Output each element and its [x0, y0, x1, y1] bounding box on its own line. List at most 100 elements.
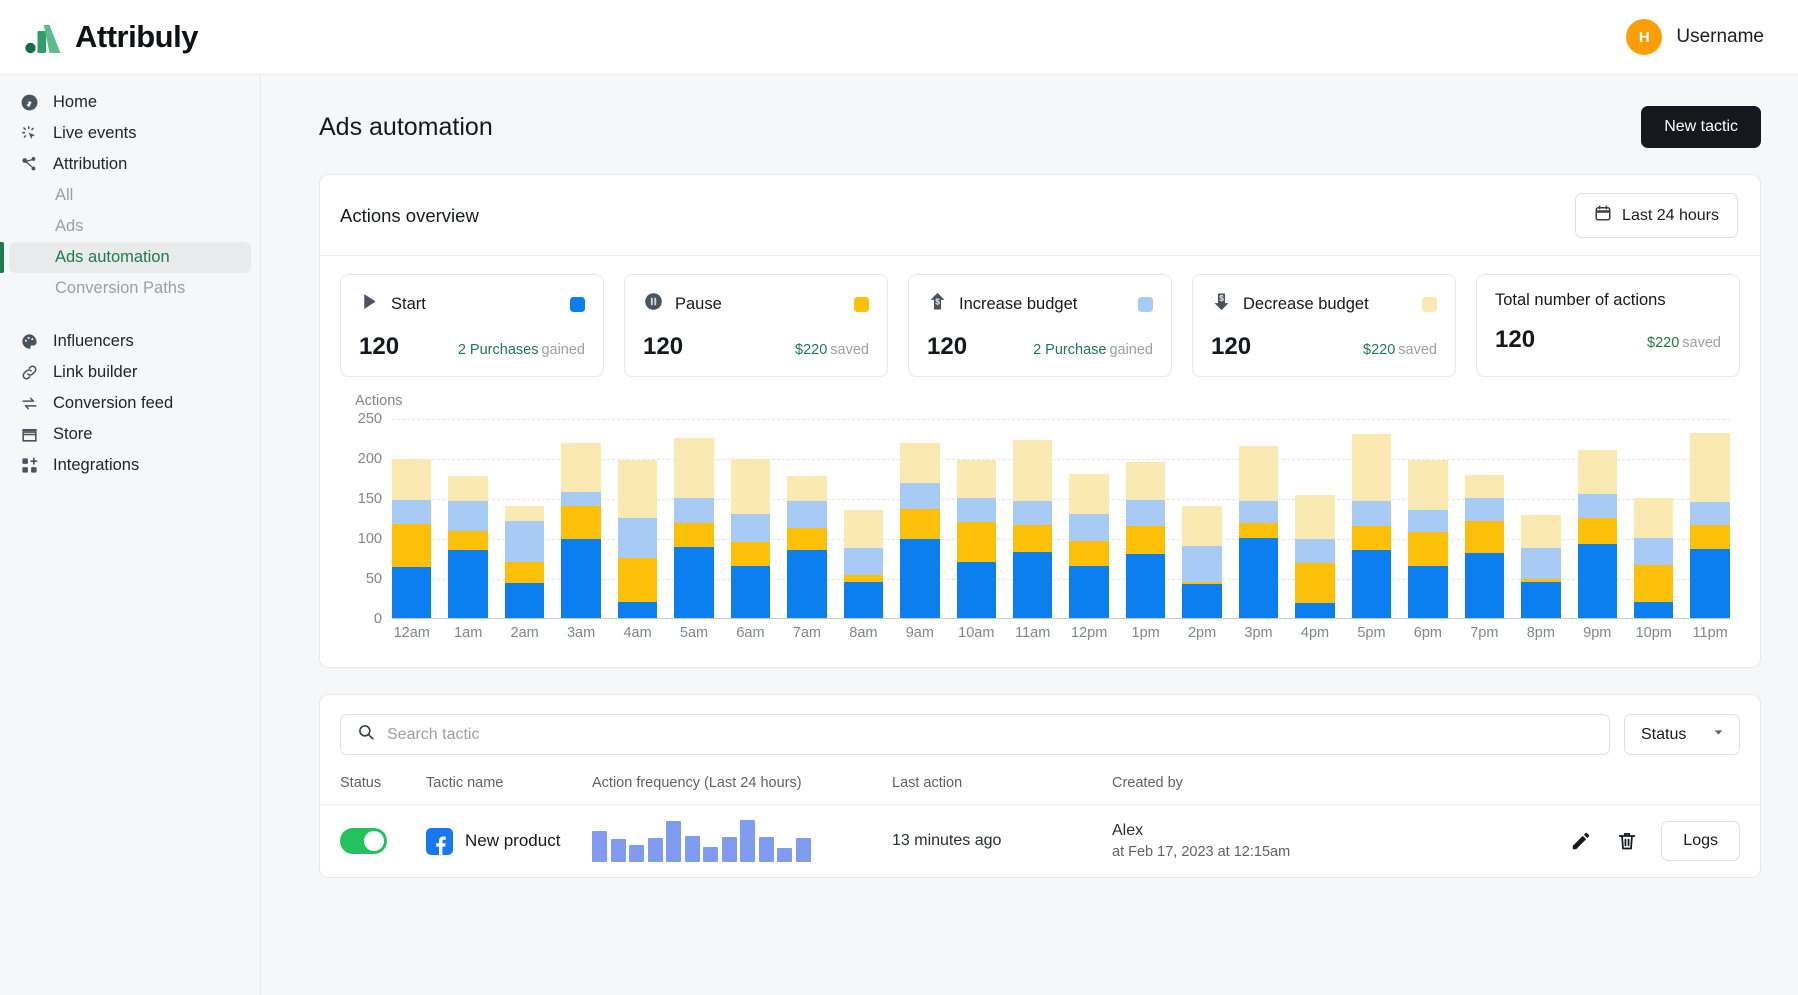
chart-x-tick: 6pm: [1413, 625, 1442, 641]
top-bar: Attribuly H Username: [0, 0, 1798, 75]
sidebar-subitem-ads[interactable]: Ads: [9, 211, 251, 242]
chart-bar-segment: [843, 547, 884, 576]
chart-bar-segment: [1690, 502, 1730, 525]
attribuly-logo-icon: [25, 25, 61, 54]
chart-bar-segment: [504, 506, 545, 521]
chart-x-tick: 7pm: [1470, 625, 1499, 641]
sidebar-item-store[interactable]: Store: [9, 419, 251, 450]
chart-bar: [561, 419, 601, 618]
chart-x-tick: 1am: [454, 625, 483, 641]
chart-x-tick: 9pm: [1583, 625, 1612, 641]
chart-bar-segment: [1521, 581, 1561, 618]
chart-x-tick-labels: 12am 1am 2am 3am 4am 5am 6am 7am 8am 9am 10am 11am 1…: [392, 625, 1730, 641]
sidebar-item-live-events[interactable]: Live events: [9, 118, 251, 149]
status-filter-label: Status: [1641, 725, 1687, 743]
chart-bar-segment: [900, 539, 940, 618]
created-by-name: Alex: [1112, 822, 1144, 839]
stat-card-decrease-budget[interactable]: $ Decrease budget 120 $220 saved: [1192, 274, 1456, 377]
chart-bar-segment: [1295, 563, 1335, 604]
sparkline-bar: [629, 845, 644, 862]
sidebar-item-conversion-feed[interactable]: Conversion feed: [9, 388, 251, 419]
stat-card-note-sub: gained: [541, 342, 585, 358]
stat-card-increase-budget[interactable]: $ Increase budget 120 2 Purchase gained: [908, 274, 1172, 377]
sidebar-item-label: Conversion feed: [53, 394, 174, 412]
chart-bar-segment: [504, 583, 545, 618]
new-tactic-button[interactable]: New tactic: [1641, 106, 1761, 148]
sidebar-item-home[interactable]: Home: [9, 87, 251, 118]
actions-chart: Actions 0 50 100 150 200 250 12am 1am 2am 3am 4am…: [320, 383, 1760, 667]
sidebar-item-integrations[interactable]: Integrations: [9, 450, 251, 481]
stat-card-value: 120: [927, 333, 968, 360]
chart-bar-segment: [1295, 603, 1335, 618]
main-content: Ads automation New tactic Actions overvi…: [261, 75, 1798, 995]
table-row[interactable]: New product 13 minutes ago Alex at Feb 1…: [320, 804, 1760, 877]
sidebar-subitem-all[interactable]: All: [9, 180, 251, 211]
app-logo[interactable]: Attribuly: [25, 19, 198, 55]
chart-bar: [1521, 419, 1561, 618]
chart-bar-segment: [1069, 565, 1109, 618]
facebook-icon: [426, 827, 453, 855]
chart-bar-segment: [1069, 473, 1109, 515]
column-header-tactic-name: Tactic name: [426, 775, 504, 791]
date-range-button[interactable]: Last 24 hours: [1575, 193, 1738, 238]
tactics-panel: Status Status Tactic name Action frequen…: [319, 694, 1761, 878]
chart-bar: [504, 419, 545, 618]
pause-circle-icon: [643, 291, 664, 317]
chart-y-tick: 250: [357, 411, 382, 427]
chart-bar-segment: [448, 500, 488, 532]
page-header: Ads automation New tactic: [261, 75, 1798, 148]
chart-x-tick: 12pm: [1071, 625, 1108, 641]
stat-card-total-actions[interactable]: Total number of actions 120 $220 saved: [1476, 274, 1740, 377]
user-menu[interactable]: H Username: [1626, 19, 1764, 55]
stat-card-start[interactable]: Start 120 2 Purchases gained: [340, 274, 604, 377]
sidebar: Home Live events Attribution All Ads Ads…: [0, 75, 261, 995]
logs-button[interactable]: Logs: [1661, 821, 1740, 861]
chart-bar: [1408, 419, 1448, 618]
delete-trash-icon[interactable]: [1615, 829, 1639, 853]
chart-bar-segment: [617, 601, 658, 618]
chart-bars: [392, 419, 1730, 618]
status-filter-select[interactable]: Status: [1624, 714, 1740, 755]
chart-bar: [1125, 419, 1166, 618]
tactic-enabled-toggle[interactable]: [340, 828, 387, 854]
chart-bar-segment: [1351, 433, 1392, 501]
sidebar-subitem-conversion-paths[interactable]: Conversion Paths: [9, 273, 251, 304]
chart-x-tick: 3am: [566, 625, 596, 641]
stat-card-value: 120: [643, 333, 684, 360]
swap-arrows-icon: [20, 394, 39, 413]
panel-title: Actions overview: [340, 204, 479, 226]
chart-y-tick: 150: [357, 491, 382, 507]
chart-x-tick: 4am: [623, 625, 652, 641]
username-label: Username: [1676, 26, 1764, 47]
chart-bar-segment: [1690, 548, 1730, 618]
sidebar-item-link-builder[interactable]: Link builder: [9, 357, 251, 388]
chart-bar-segment: [1182, 583, 1222, 618]
sidebar-item-attribution[interactable]: Attribution: [9, 149, 251, 180]
chart-bar-segment: [674, 497, 714, 524]
chart-bar-segment: [787, 550, 827, 618]
edit-pencil-icon[interactable]: [1569, 829, 1593, 853]
chart-bar: [1351, 419, 1392, 618]
sidebar-item-label: Store: [53, 425, 93, 443]
search-input[interactable]: [387, 725, 1593, 744]
chart-x-tick: 11pm: [1692, 625, 1728, 641]
chart-bar-segment: [1577, 518, 1617, 544]
chart-x-axis-line: [392, 617, 1730, 619]
frequency-sparkline: [592, 820, 892, 862]
sidebar-item-label: Influencers: [53, 332, 134, 350]
stat-card-note-main: $220: [1363, 342, 1396, 358]
sidebar-item-influencers[interactable]: Influencers: [9, 326, 251, 357]
chart-bar-segment: [1351, 526, 1392, 551]
search-box[interactable]: [340, 714, 1610, 755]
sidebar-subitem-ads-automation[interactable]: Ads automation: [9, 242, 251, 273]
sidebar-item-label: Home: [53, 93, 98, 111]
sparkline-bar: [795, 838, 811, 862]
svg-text:$: $: [1219, 293, 1224, 303]
chart-bar-segment: [1577, 543, 1617, 618]
chart-bar: [730, 419, 771, 618]
chart-bar-segment: [843, 509, 884, 548]
stat-card-pause[interactable]: Pause 120 $220 saved: [624, 274, 888, 377]
chart-bar-segment: [1069, 540, 1109, 566]
chart-bar-segment: [1182, 545, 1222, 583]
stat-card-note-main: 2 Purchase: [1033, 342, 1107, 358]
